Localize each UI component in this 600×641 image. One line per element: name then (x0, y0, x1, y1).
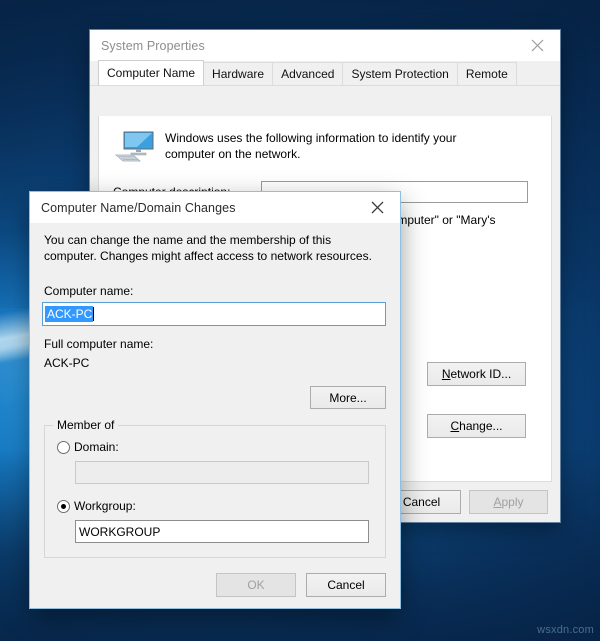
domain-radio-row[interactable]: Domain: (57, 440, 373, 454)
computer-name-label: Computer name: (44, 284, 134, 298)
workgroup-label: Workgroup: (74, 499, 136, 513)
system-properties-titlebar: System Properties (90, 30, 560, 61)
system-properties-tabstrip: Computer Name Hardware Advanced System P… (90, 60, 560, 86)
tab-computer-name[interactable]: Computer Name (98, 60, 205, 85)
full-computer-name-value: ACK-PC (44, 356, 90, 370)
cndc-body: You can change the name and the membersh… (30, 223, 400, 558)
desktop: System Properties Computer Name Hardware… (0, 0, 600, 641)
intro-text: Windows uses the following information t… (165, 131, 457, 161)
computer-name-domain-changes-dialog: Computer Name/Domain Changes You can cha… (30, 192, 400, 608)
text-caret (93, 307, 95, 321)
cndc-cancel-button[interactable]: Cancel (306, 573, 386, 597)
computer-name-value: ACK-PC (45, 306, 94, 322)
watermark: wsxdn.com (537, 624, 594, 636)
workgroup-radio-row[interactable]: Workgroup: (57, 499, 373, 513)
close-icon[interactable] (515, 30, 560, 61)
domain-input (75, 461, 369, 484)
more-button-row: More... (42, 370, 388, 409)
computer-name-input[interactable]: ACK-PC (42, 302, 386, 326)
tab-advanced[interactable]: Advanced (272, 62, 344, 85)
cndc-ok-button: OK (216, 573, 296, 597)
system-properties-title: System Properties (101, 38, 205, 53)
more-button[interactable]: More... (310, 386, 386, 409)
tab-remote[interactable]: Remote (456, 62, 517, 85)
change-button[interactable]: Change... (427, 414, 526, 438)
computer-monitor-icon (113, 128, 157, 167)
tab-system-protection[interactable]: System Protection (342, 62, 458, 85)
tab-hardware[interactable]: Hardware (203, 62, 274, 85)
cndc-description: You can change the name and the membersh… (44, 233, 372, 263)
close-icon[interactable] (355, 192, 400, 223)
domain-radio[interactable] (57, 440, 70, 454)
workgroup-radio[interactable] (57, 499, 70, 513)
full-computer-name-label: Full computer name: (44, 337, 154, 351)
domain-label: Domain: (74, 440, 119, 454)
intro-block: Windows uses the following information t… (99, 116, 551, 167)
cndc-footer: OK Cancel (30, 562, 400, 608)
network-id-button[interactable]: Network ID... (427, 362, 526, 386)
member-of-groupbox: Member of Domain: Workgroup: WORKGROUP (44, 418, 386, 558)
workgroup-input[interactable]: WORKGROUP (75, 520, 369, 543)
cndc-title: Computer Name/Domain Changes (41, 200, 236, 215)
system-properties-apply-button: Apply (469, 490, 548, 514)
member-of-label: Member of (53, 418, 119, 432)
workgroup-value: WORKGROUP (79, 524, 161, 539)
cndc-titlebar: Computer Name/Domain Changes (30, 192, 400, 223)
